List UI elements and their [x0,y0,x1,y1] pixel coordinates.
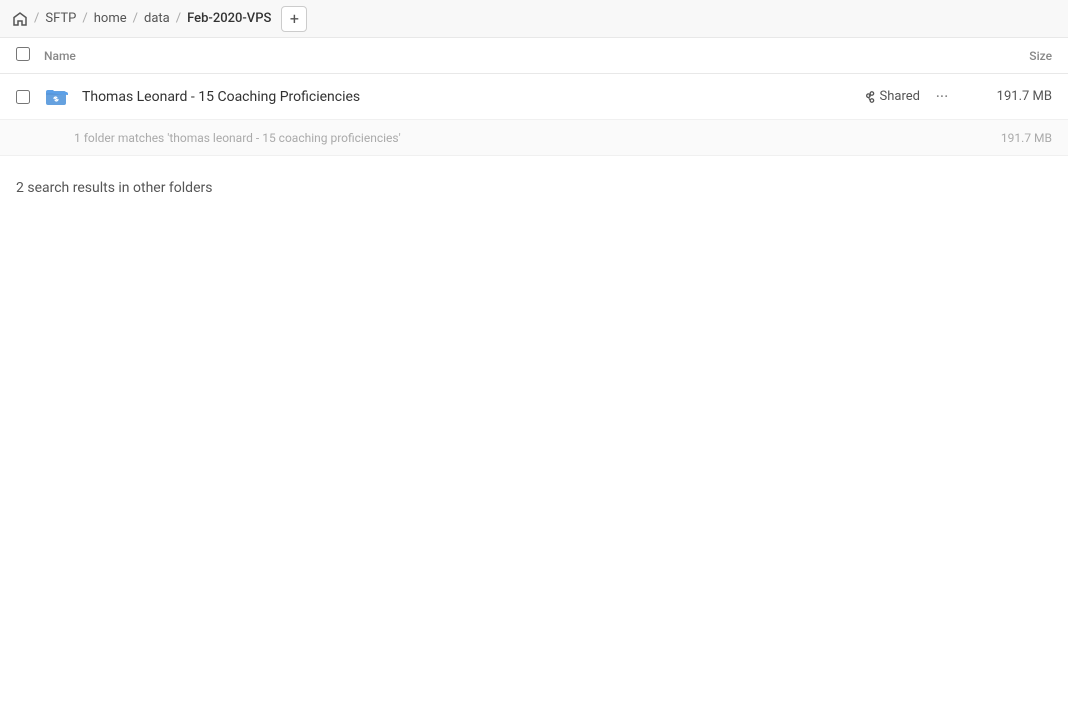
breadcrumb-item-home[interactable]: home [90,9,131,28]
file-row[interactable]: Thomas Leonard - 15 Coaching Proficienci… [0,74,1068,120]
column-name-label: Name [44,49,972,63]
more-options-button[interactable]: ··· [928,83,956,111]
sub-info-text: 1 folder matches 'thomas leonard - 15 co… [74,131,972,145]
select-all-checkbox[interactable] [16,47,30,61]
shared-label: Shared [880,89,920,104]
search-results-section: 2 search results in other folders [0,156,1068,212]
file-actions: Shared ··· [862,83,956,111]
breadcrumb-item-data[interactable]: data [140,9,174,28]
file-checkbox-wrapper[interactable] [16,90,44,104]
column-header: Name Size [0,38,1068,74]
file-size: 191.7 MB [972,89,1052,104]
sub-info-row: 1 folder matches 'thomas leonard - 15 co… [0,120,1068,156]
breadcrumb-bar: / SFTP / home / data / Feb-2020-VPS + [0,0,1068,38]
sub-info-size: 191.7 MB [972,131,1052,145]
breadcrumb-item-sftp[interactable]: SFTP [41,9,80,28]
column-size-label: Size [972,49,1052,63]
breadcrumb-sep-2: / [133,11,138,26]
search-results-label: 2 search results in other folders [16,180,1052,196]
file-select-checkbox[interactable] [16,90,30,104]
breadcrumb-sep-3: / [176,11,181,26]
header-checkbox[interactable] [16,46,44,65]
breadcrumb-item-feb2020vps[interactable]: Feb-2020-VPS [183,9,275,28]
breadcrumb-sep-0: / [34,11,39,26]
folder-icon [44,85,74,109]
file-name: Thomas Leonard - 15 Coaching Proficienci… [82,89,862,105]
breadcrumb-home[interactable] [12,11,28,27]
shared-badge: Shared [862,89,920,104]
breadcrumb-sep-1: / [82,11,87,26]
add-breadcrumb-button[interactable]: + [281,6,307,32]
